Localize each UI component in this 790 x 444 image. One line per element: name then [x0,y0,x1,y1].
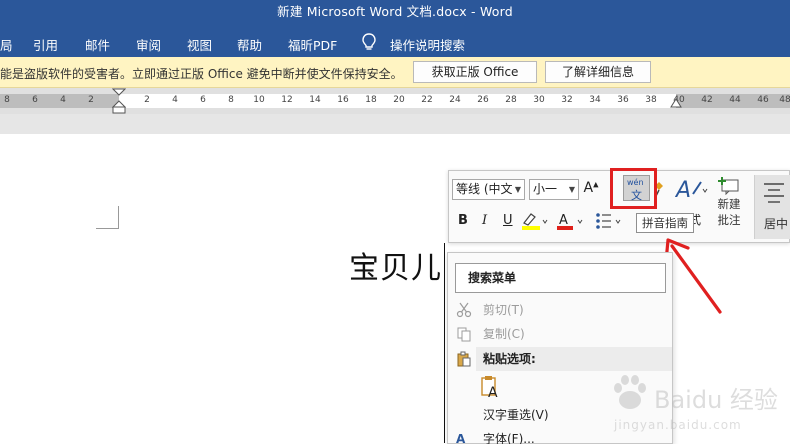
lightbulb-icon[interactable] [360,32,378,52]
message-bar: 能是盗版软件的受害者。立即通过正版 Office 避免中断并使文件保持安全。 获… [0,57,790,88]
center-label: 居中 [764,217,789,231]
ruler-number: 28 [505,95,517,105]
margin-corner-mark [96,228,119,229]
ruler-number: 24 [449,95,461,105]
center-button[interactable]: 居中 [754,175,790,239]
font-name-combo[interactable]: 等线 (中文 ▼ [452,179,525,200]
document-text[interactable]: 宝贝儿 [349,243,442,287]
ruler-number: 48 [779,95,790,105]
message-text: 能是盗版软件的受害者。立即通过正版 Office 避免中断并使文件保持安全。 [0,67,403,81]
document-gray-area [0,114,790,134]
ruler-number: 34 [589,95,601,105]
paste-keep-text-icon[interactable]: A [481,375,503,399]
new-comment-button[interactable]: 新建 批注 [714,177,744,228]
tab-layout[interactable]: 局 [0,35,13,54]
grow-font-label: A [583,180,594,196]
new-comment-label-1: 新建 [717,197,741,211]
svg-text:A: A [559,213,568,228]
tab-mailings[interactable]: 邮件 [85,35,110,54]
annotation-highlight-box [610,168,657,209]
menu-item-copy[interactable]: 复制(C) [448,322,672,346]
tab-foxit-pdf[interactable]: 福昕PDF [288,35,337,54]
font-size-combo[interactable]: 小一 ▼ [529,179,579,200]
ruler-number: 32 [561,95,573,105]
ruler-number: 12 [281,95,293,105]
ruler-number: 8 [228,95,234,105]
bullets-icon[interactable] [595,211,625,231]
paste-icon [457,351,471,367]
baidu-paw-logo-icon [614,375,646,409]
ruler-number: 2 [144,95,150,105]
svg-text:A: A [675,178,691,202]
ruler-number: 26 [477,95,489,105]
baidu-watermark: Baidu 经验 jingyan.baidu.com [608,372,790,444]
indent-marker-icon[interactable] [112,88,126,114]
right-indent-marker-icon[interactable] [670,98,682,110]
menu-item-copy-label: 复制(C) [483,327,525,341]
tab-help[interactable]: 帮助 [237,35,262,54]
underline-button[interactable]: U [503,213,513,228]
ruler-number: 42 [701,95,713,105]
margin-corner-mark [118,206,119,228]
phonetic-guide-tooltip: 拼音指南 [636,213,694,233]
ruler-number: 22 [421,95,433,105]
ruler-number: 4 [60,95,66,105]
ruler-number: 6 [200,95,206,105]
watermark-url: jingyan.baidu.com [614,418,742,432]
watermark-title: Baidu 经验 [654,386,778,414]
highlighter-icon[interactable] [521,211,549,231]
ruler-number: 46 [757,95,769,105]
font-color-icon[interactable]: A [556,211,586,231]
ruler-number: 20 [393,95,405,105]
search-menu-input[interactable]: 搜索菜单 [455,263,666,293]
title-bar: 新建 Microsoft Word 文档.docx - Word [0,0,790,27]
ribbon-tabs: 局 引用 邮件 审阅 视图 帮助 福昕PDF 操作说明搜索 [0,27,790,57]
chevron-down-icon: ▼ [514,185,521,194]
new-comment-icon [718,177,739,195]
font-icon: A [456,432,466,444]
center-align-icon [764,183,784,203]
text-cursor [444,243,445,443]
menu-item-font-label: 字体(F)... [483,432,535,444]
ruler-number: 8 [4,95,10,105]
ruler-number: 30 [533,95,545,105]
paste-options-header: 粘贴选项: [476,347,672,371]
learn-more-button[interactable]: 了解详细信息 [545,61,651,83]
ruler-number: 6 [32,95,38,105]
horizontal-ruler[interactable]: 8 6 4 2 2 4 6 8 10 12 14 16 18 20 22 24 … [0,88,790,114]
ruler-number: 14 [309,95,321,105]
font-name-value: 等线 (中文 [456,182,513,196]
ruler-number: 16 [337,95,349,105]
tab-review[interactable]: 审阅 [136,35,161,54]
font-size-value: 小一 [533,182,558,196]
new-comment-label-2: 批注 [717,213,741,227]
ruler-number: 2 [88,95,94,105]
menu-item-cut-label: 剪切(T) [483,303,524,317]
ruler-number: 36 [617,95,629,105]
tell-me-search[interactable]: 操作说明搜索 [390,35,465,54]
window-title: 新建 Microsoft Word 文档.docx - Word [277,4,513,19]
ruler-number: 44 [729,95,741,105]
ruler-number: 10 [253,95,265,105]
tab-references[interactable]: 引用 [33,35,58,54]
italic-button[interactable]: I [482,213,487,228]
styles-icon[interactable]: A [675,176,709,202]
grow-font-button[interactable]: A▲ [583,180,599,196]
get-genuine-button[interactable]: 获取正版 Office [413,61,537,83]
chevron-down-icon: ▼ [568,185,575,194]
ruler-number: 4 [172,95,178,105]
menu-item-cut[interactable]: 剪切(T) [448,298,672,322]
ruler-number: 18 [365,95,377,105]
ruler-number: 38 [645,95,657,105]
tab-view[interactable]: 视图 [187,35,212,54]
copy-icon [457,327,471,342]
bold-button[interactable]: B [458,213,468,228]
svg-text:A: A [488,385,498,399]
cut-icon [456,302,472,318]
